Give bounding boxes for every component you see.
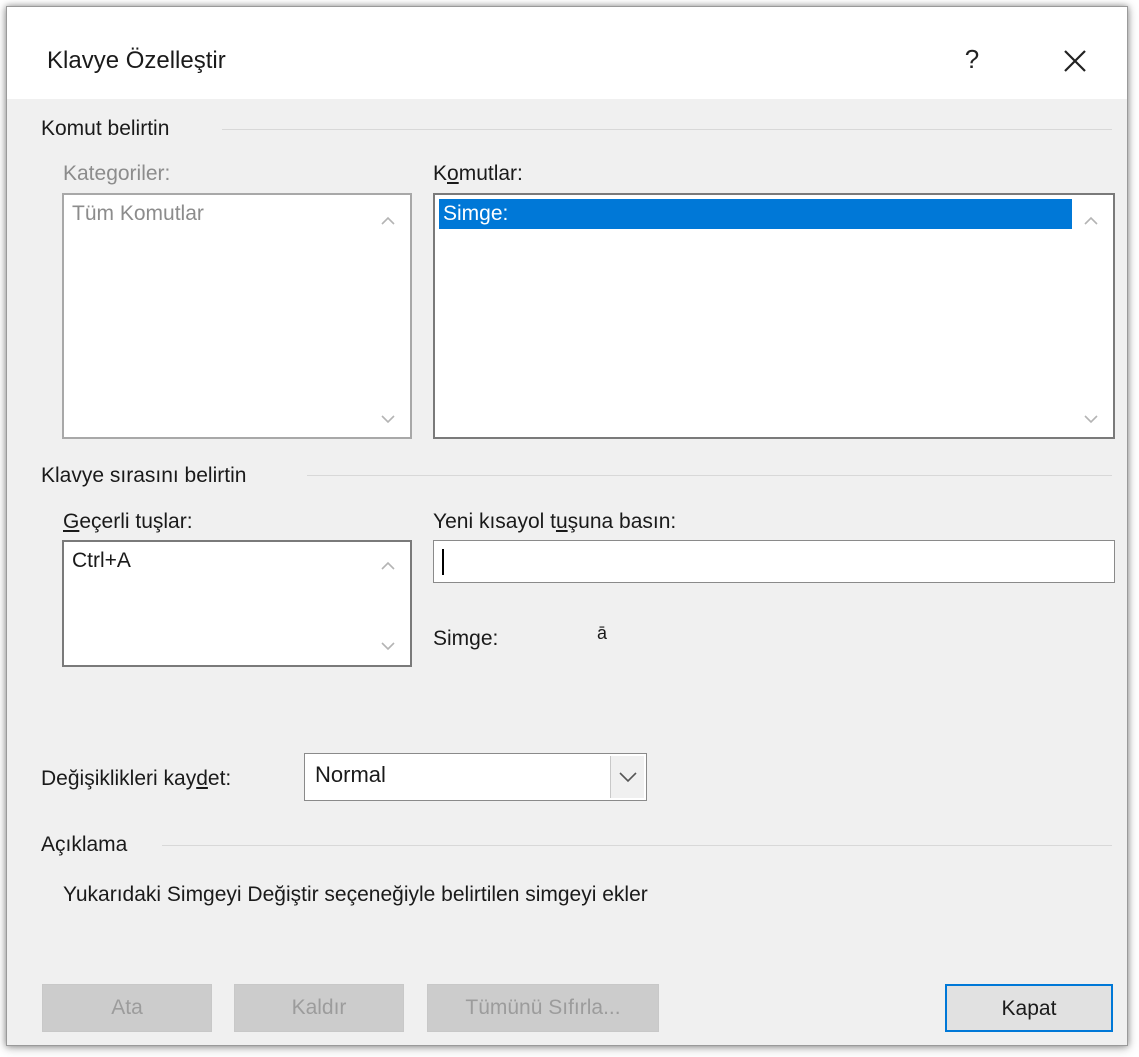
reset-all-button[interactable]: Tümünü Sıfırla... [427,984,659,1032]
scroll-down-arrow-icon[interactable] [378,409,398,429]
close-icon[interactable] [1055,41,1095,81]
description-text: Yukarıdaki Simgeyi Değiştir seçeneğiyle … [63,883,648,906]
assign-button[interactable]: Ata [42,984,212,1032]
save-changes-value: Normal [315,762,386,787]
scroll-up-arrow-icon[interactable] [378,211,398,231]
help-button[interactable]: ? [957,41,987,77]
title-bar: Klavye Özelleştir ? [7,7,1127,99]
current-keys-label: Geçerli tuşlar: [63,510,193,533]
categories-label: Kategoriler: [63,162,171,185]
symbol-value: ā [597,623,608,643]
remove-button[interactable]: Kaldır [234,984,404,1032]
scroll-up-arrow-icon[interactable] [378,556,398,576]
scroll-up-arrow-icon[interactable] [1081,211,1101,231]
list-item[interactable]: Ctrl+A [68,546,131,576]
new-shortcut-label: Yeni kısayol tuşuna basın: [433,510,677,533]
customize-keyboard-dialog: Klavye Özelleştir ? Komut belirtin Kateg… [6,6,1128,1046]
current-keys-listbox[interactable]: Ctrl+A [62,540,412,667]
save-changes-select[interactable]: Normal [304,753,647,801]
commands-label: Komutlar: [433,162,523,185]
description-title: Açıklama [41,833,128,856]
close-button[interactable]: Kapat [945,984,1113,1032]
chevron-down-icon [619,772,637,783]
scroll-down-arrow-icon[interactable] [1081,409,1101,429]
new-shortcut-input[interactable] [433,540,1115,583]
symbol-label: Simge: [433,627,499,650]
list-item[interactable]: Tüm Komutlar [68,199,204,229]
list-item-selected[interactable]: Simge: [439,199,1072,229]
section-divider [307,475,1112,476]
dropdown-button[interactable] [610,756,644,798]
command-section-title: Komut belirtin [41,117,170,140]
keyboard-section-title: Klavye sırasını belirtin [41,464,247,487]
text-caret [442,549,444,575]
dialog-title: Klavye Özelleştir [47,47,226,74]
section-divider [222,129,1112,130]
categories-listbox[interactable]: Tüm Komutlar [62,193,412,439]
scroll-down-arrow-icon[interactable] [378,636,398,656]
save-changes-label: Değişiklikleri kaydet: [41,767,232,790]
commands-listbox[interactable]: Simge: [433,193,1115,439]
section-divider [162,845,1112,846]
